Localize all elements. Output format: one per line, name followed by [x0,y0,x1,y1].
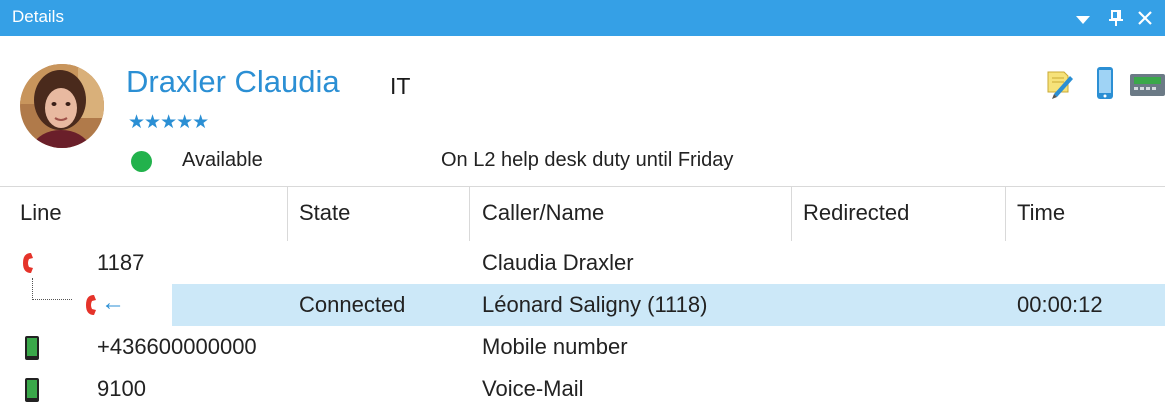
column-header-time[interactable]: Time [1017,187,1065,241]
note-edit-icon[interactable] [1044,66,1074,100]
pin-icon [1109,10,1123,26]
incoming-call-icon [84,293,98,323]
table-row[interactable]: +436600000000 Mobile number [0,326,1165,368]
red-desk-phone-icon [21,251,35,281]
details-titlebar: Details [0,0,1165,36]
row-time: 00:00:12 [1017,292,1103,317]
column-header-redirected[interactable]: Redirected [803,187,909,241]
presence-status-icon [131,151,152,172]
table-header: Line State Caller/Name Redirected Time [0,186,1165,241]
row-caller: Claudia Draxler [482,250,634,275]
table-row[interactable]: 9100 Voice-Mail [0,368,1165,410]
rating-stars: ★★★★★ [128,112,209,133]
row-caller: Mobile number [482,334,628,359]
row-state: Connected [299,292,406,317]
arrow-left-icon: ← [101,289,125,316]
avatar [20,64,104,148]
column-divider[interactable] [1005,187,1006,241]
row-caller: Voice-Mail [482,376,584,401]
column-header-caller[interactable]: Caller/Name [482,187,604,241]
desk-phone-icon[interactable] [1128,66,1165,100]
row-line: 1187 [97,250,145,275]
dropdown-menu-button[interactable] [1071,6,1095,30]
table-row[interactable]: 1187 Claudia Draxler [0,242,1165,284]
row-line: +436600000000 [97,334,257,359]
green-mobile-icon [24,335,40,367]
presence-note: On L2 help desk duty until Friday [441,149,734,171]
mobile-phone-icon[interactable] [1094,66,1116,100]
window-title: Details [12,7,64,26]
column-divider[interactable] [287,187,288,241]
close-button[interactable] [1133,6,1157,30]
presence-status-text: Available [182,149,263,171]
row-line: 9100 [97,376,146,401]
chevron-down-icon [1076,15,1090,24]
tree-connector [32,278,72,300]
green-mobile-icon [24,377,40,409]
column-divider[interactable] [791,187,792,241]
column-divider[interactable] [469,187,470,241]
pin-button[interactable] [1104,6,1128,30]
contact-department: IT [390,73,411,99]
row-caller: Léonard Saligny (1118) [482,292,708,317]
column-header-state[interactable]: State [299,187,350,241]
column-header-line[interactable]: Line [20,187,62,241]
contact-name: Draxler Claudia [126,64,340,99]
close-icon [1138,11,1152,25]
table-row[interactable]: ← Connected Léonard Saligny (1118) 00:00… [0,278,1165,326]
